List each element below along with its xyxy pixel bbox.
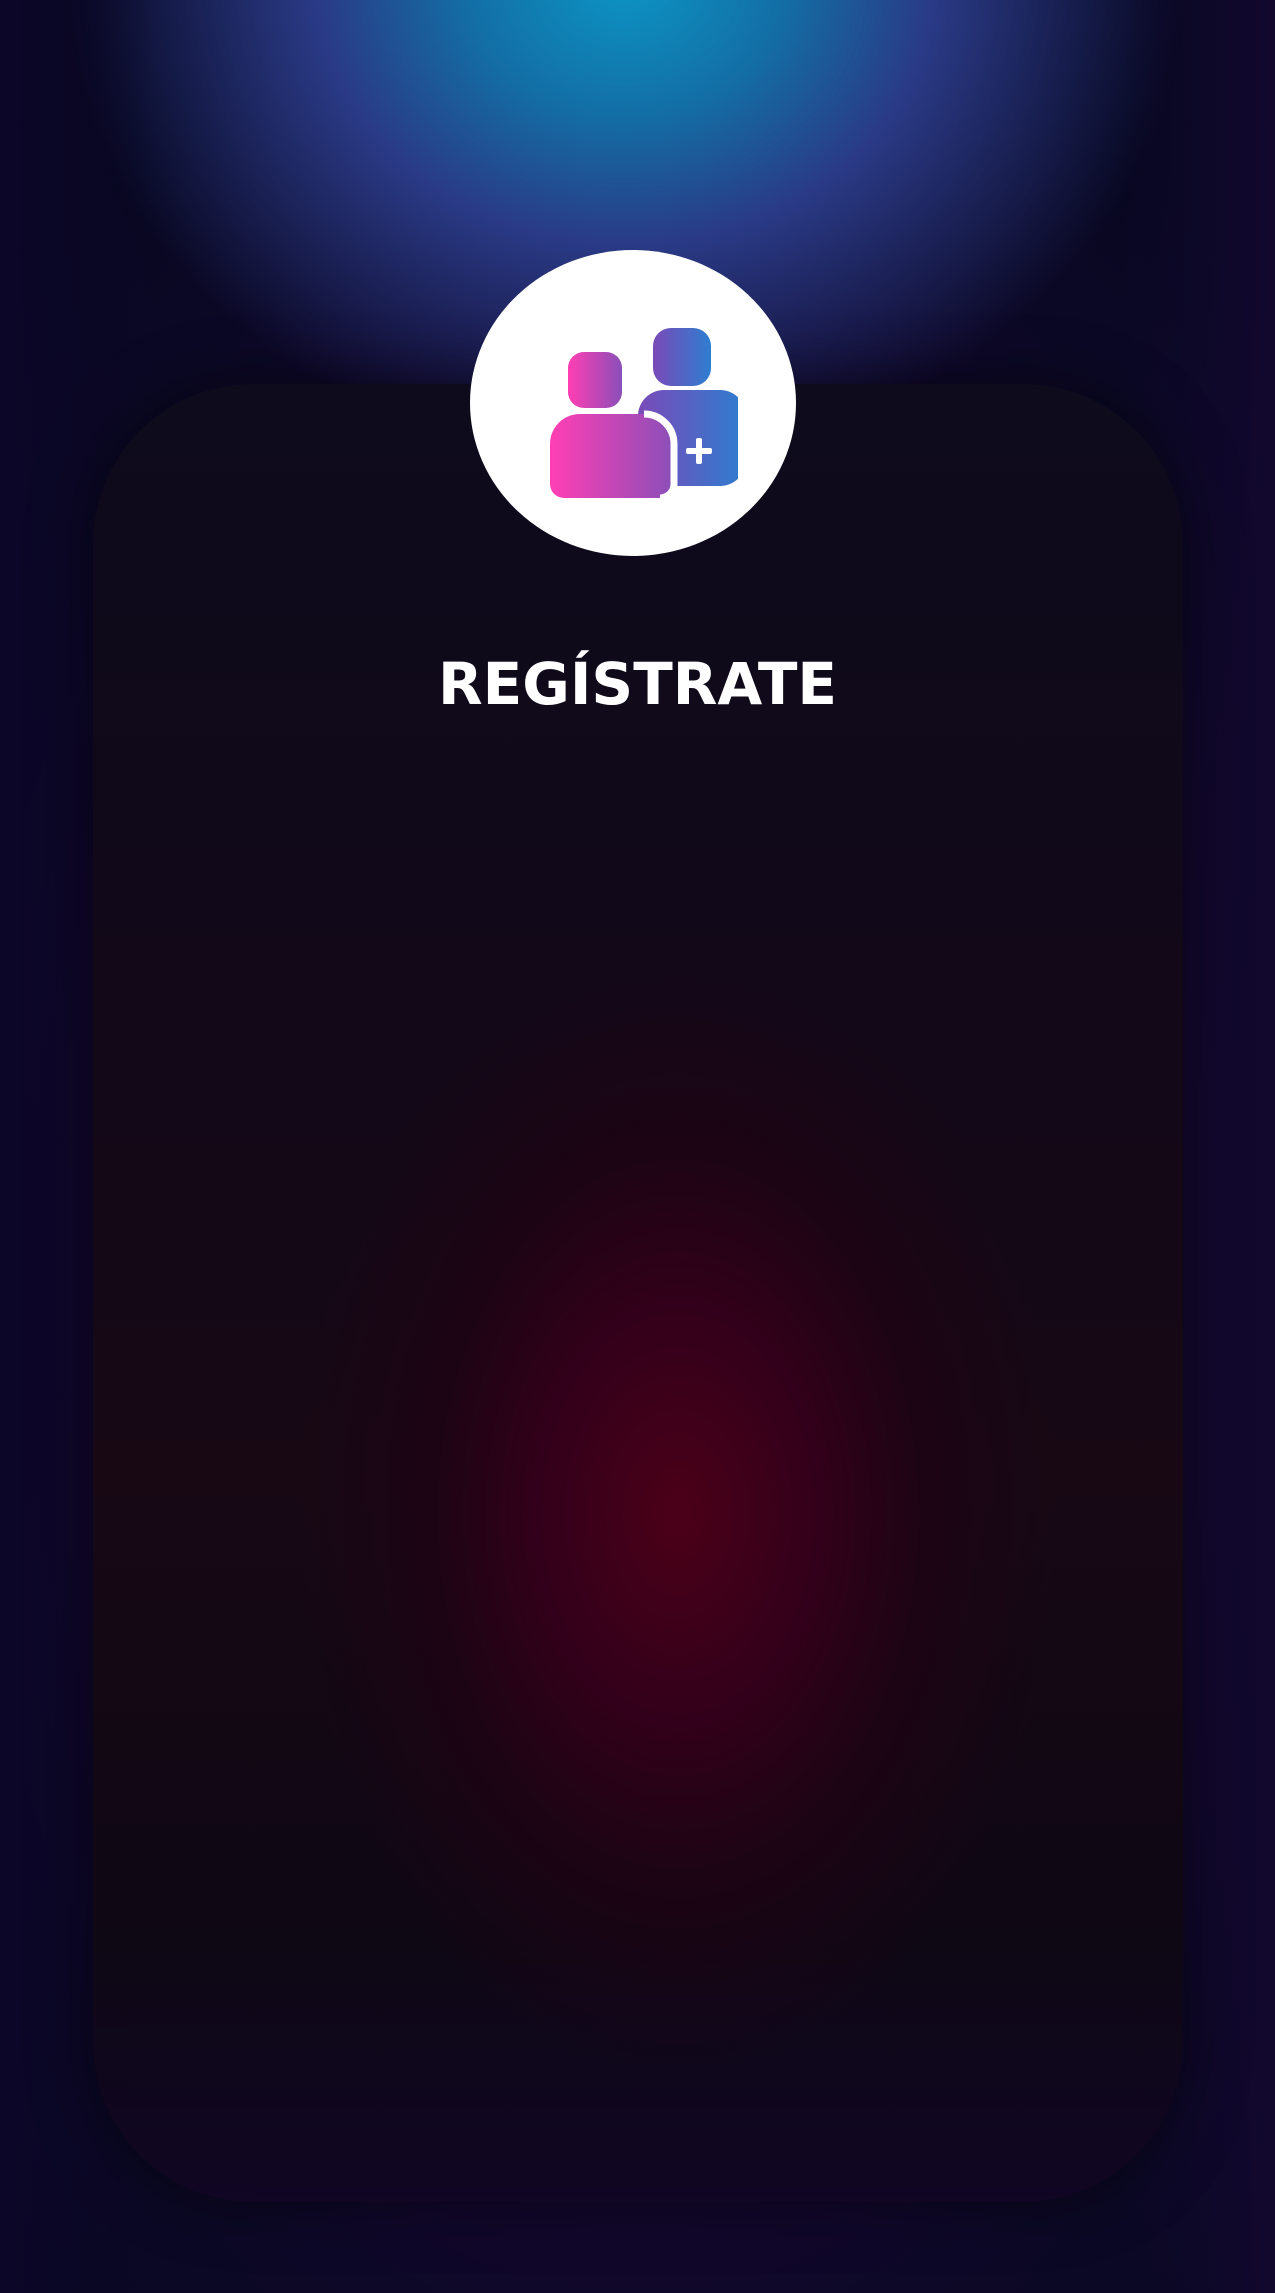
register-screen: REGÍSTRATE	[0, 0, 1275, 2293]
add-user-icon	[550, 328, 738, 502]
avatar-badge	[470, 250, 796, 556]
page-title: REGÍSTRATE	[437, 650, 838, 718]
